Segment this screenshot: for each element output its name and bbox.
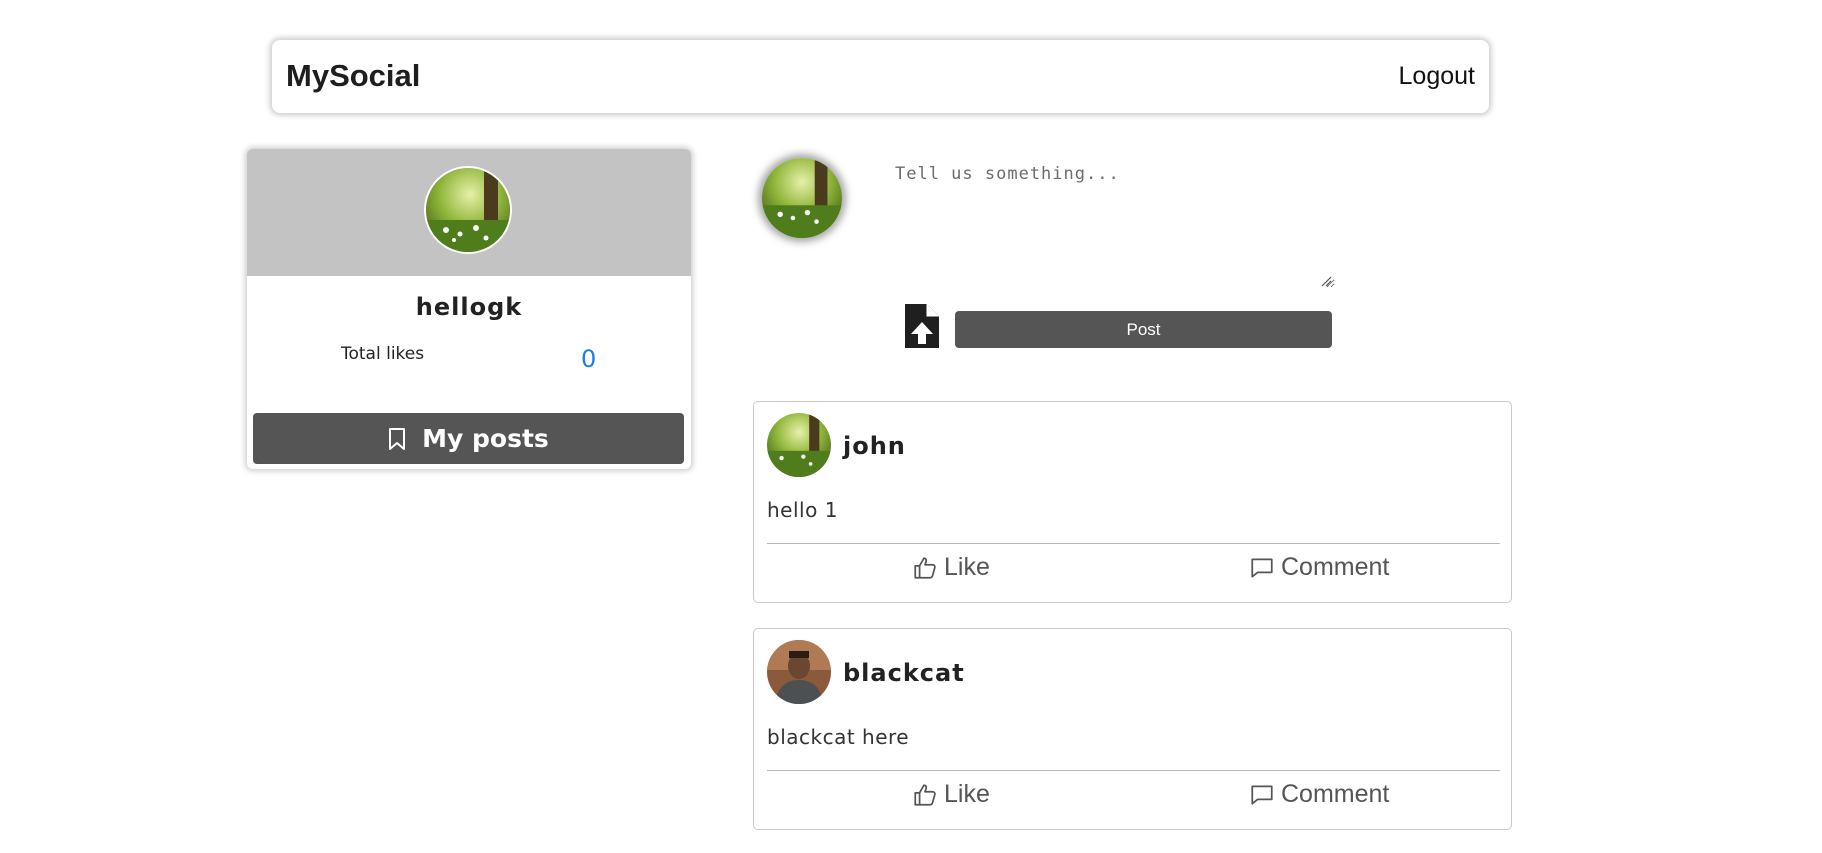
brand-logo-text[interactable]: MySocial [286,58,420,94]
logout-link[interactable]: Logout [1399,62,1475,91]
comment-icon [1251,557,1273,578]
total-likes-label: Total likes [341,344,425,364]
profile-username: hellogk [415,293,523,321]
post-body-text: blackcat here [767,725,910,749]
post-author-name[interactable]: blackcat [843,659,965,687]
resize-grip-icon[interactable] [1320,275,1332,287]
my-posts-button[interactable]: My posts [253,413,684,464]
thumbs-up-icon [914,783,936,806]
bookmark-icon [388,427,406,451]
post-divider [767,770,1500,771]
thumbs-up-icon [914,556,936,579]
post-author-avatar[interactable] [767,413,831,477]
post-body-text: hello 1 [767,498,838,522]
comment-button[interactable]: Comment [1249,780,1389,809]
profile-avatar[interactable] [424,166,512,254]
comment-label: Comment [1281,780,1390,808]
profile-card: hellogk Total likes 0 My posts [247,149,691,469]
total-likes-count: 0 [581,345,597,373]
composer-avatar [762,158,842,238]
avatar-image-icon [767,640,831,704]
top-navbar: MySocial Logout [272,40,1489,113]
like-label: Like [944,553,990,581]
comment-icon [1251,784,1273,805]
comment-button[interactable]: Comment [1249,553,1389,582]
post-button[interactable]: Post [955,311,1332,348]
like-label: Like [944,780,990,808]
post-card: blackcat blackcat here Like Comment [753,628,1512,830]
avatar-image-icon [426,168,510,252]
avatar-image-icon [767,413,831,477]
my-posts-label: My posts [422,424,549,453]
file-upload-icon[interactable] [903,302,941,354]
post-card: john hello 1 Like Comment [753,401,1512,603]
comment-label: Comment [1281,553,1390,581]
like-button[interactable]: Like [912,780,990,809]
avatar-image-icon [762,158,842,238]
like-button[interactable]: Like [912,553,990,582]
post-divider [767,543,1500,544]
post-author-avatar[interactable] [767,640,831,704]
post-author-name[interactable]: john [843,432,906,460]
post-text-input[interactable] [885,158,1335,288]
